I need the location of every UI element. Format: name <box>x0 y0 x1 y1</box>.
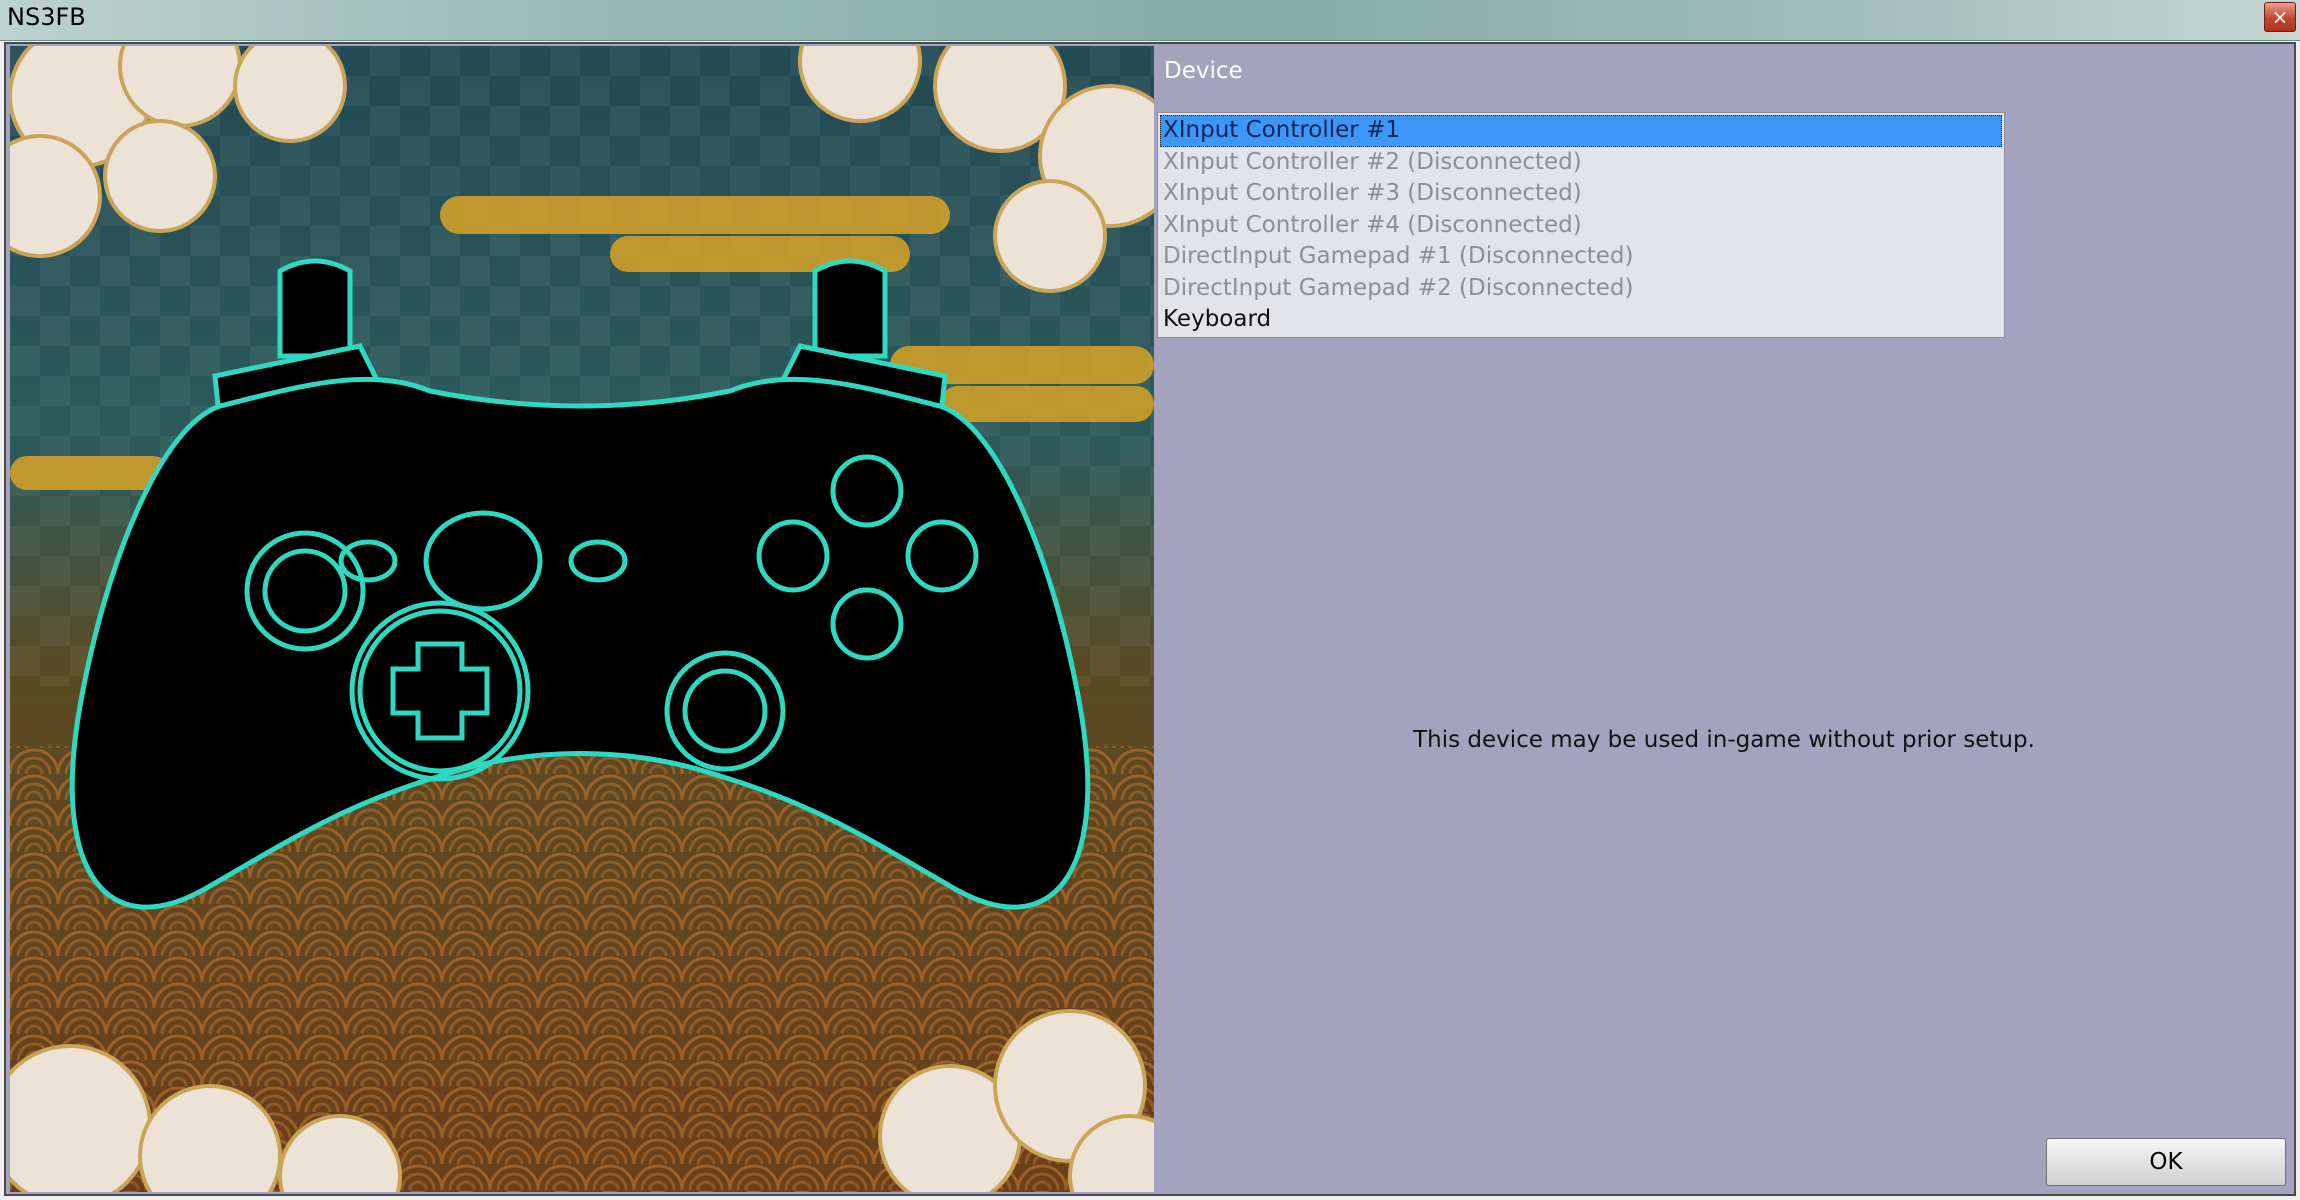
close-button[interactable]: × <box>2264 2 2296 32</box>
device-panel: Device XInput Controller #1 XInput Contr… <box>1154 44 2294 1194</box>
dialog-frame: Device XInput Controller #1 XInput Contr… <box>4 42 2296 1196</box>
device-list[interactable]: XInput Controller #1 XInput Controller #… <box>1157 112 2005 338</box>
device-section-label: Device <box>1164 58 1243 84</box>
close-icon: × <box>2271 5 2289 29</box>
device-item-xinput-3[interactable]: XInput Controller #3 (Disconnected) <box>1160 178 2002 210</box>
device-item-xinput-2[interactable]: XInput Controller #2 (Disconnected) <box>1160 147 2002 179</box>
window-title: NS3FB <box>7 3 86 31</box>
controller-artwork <box>10 46 1154 1192</box>
ok-button[interactable]: OK <box>2046 1138 2286 1186</box>
device-item-xinput-1[interactable]: XInput Controller #1 <box>1160 115 2002 147</box>
device-item-xinput-4[interactable]: XInput Controller #4 (Disconnected) <box>1160 210 2002 242</box>
title-bar[interactable]: NS3FB × <box>0 0 2300 41</box>
device-item-directinput-2[interactable]: DirectInput Gamepad #2 (Disconnected) <box>1160 273 2002 305</box>
device-info-message: This device may be used in-game without … <box>1413 727 2035 753</box>
device-item-keyboard[interactable]: Keyboard <box>1160 304 2002 336</box>
device-item-directinput-1[interactable]: DirectInput Gamepad #1 (Disconnected) <box>1160 241 2002 273</box>
